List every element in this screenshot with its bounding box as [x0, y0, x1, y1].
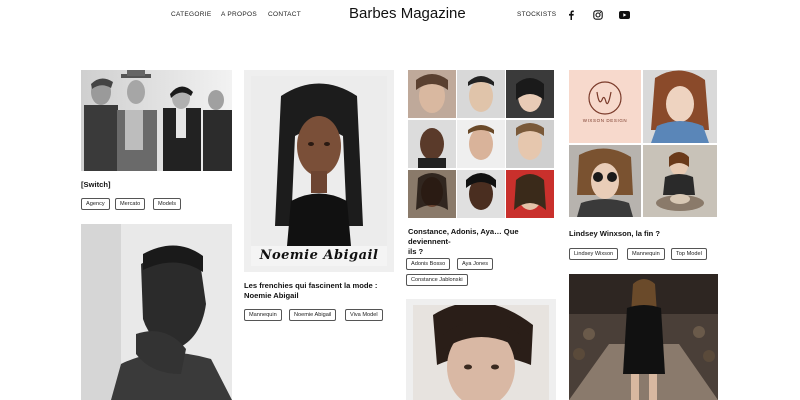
nav-a-propos[interactable]: A PROPOS — [221, 11, 257, 18]
logo-text: WIXSON DESIGN — [582, 118, 628, 123]
nav-categorie[interactable]: CATEGORIE — [171, 11, 212, 18]
site-logo[interactable]: Barbes Magazine — [349, 5, 466, 22]
nav-contact[interactable]: CONTACT — [268, 11, 301, 18]
article-title[interactable]: Constance, Adonis, Aya… Que deviennent- … — [408, 227, 558, 257]
article-title-line: Les frenchies qui fascinent la mode : — [244, 281, 378, 290]
youtube-icon[interactable] — [618, 9, 630, 21]
facebook-icon[interactable] — [565, 9, 577, 21]
tag-mannequin[interactable]: Mannequin — [627, 248, 665, 260]
article-title[interactable]: Lindsey Winxson, la fin ? — [569, 229, 660, 239]
article-image-noemie-abigail[interactable]: Noemie Abigail — [251, 76, 387, 266]
tag-adonis-bosso[interactable]: Adonis Bosso — [406, 258, 451, 270]
tag-models[interactable]: Models — [153, 198, 182, 210]
article-title-line: Noemie Abigail — [244, 291, 299, 300]
article-title[interactable]: Les frenchies qui fascinent la mode : No… — [244, 281, 394, 301]
tag-aya-jones[interactable]: Aya Jones — [457, 258, 494, 270]
tag-mannequin[interactable]: Mannequin — [244, 309, 282, 321]
article-title-line: Constance, Adonis, Aya… Que deviennent- — [408, 227, 519, 246]
article-title-line: ils ? — [408, 247, 424, 256]
tag-agency[interactable]: Agency — [81, 198, 110, 210]
nav-stockists[interactable]: STOCKISTS — [517, 11, 556, 18]
article-image-portrait-woman[interactable] — [413, 305, 549, 400]
tag-lindsey-wixson[interactable]: Lindsey Wixson — [569, 248, 619, 260]
tag-mercato[interactable]: Mercato — [115, 198, 146, 210]
article-image-portrait-bw[interactable] — [81, 224, 232, 400]
instagram-icon[interactable] — [592, 9, 604, 21]
article-title[interactable]: [Switch] — [81, 180, 111, 190]
article-image-switch[interactable] — [81, 70, 232, 171]
photo-caption: Noemie Abigail — [259, 248, 379, 263]
article-image-runway[interactable] — [569, 274, 718, 400]
article-image-pottery[interactable] — [643, 145, 717, 217]
article-image-faces-grid[interactable] — [408, 70, 554, 218]
article-image-sunglasses[interactable] — [569, 145, 641, 217]
article-image-wixson-logo[interactable]: WIXSON DESIGN — [569, 70, 641, 143]
tag-top-model[interactable]: Top Model — [671, 248, 707, 260]
tag-noemie-abigail[interactable]: Noemie Abigail — [289, 309, 337, 321]
article-image-lindsey-smile[interactable] — [643, 70, 717, 143]
top-navigation: CATEGORIE A PROPOS CONTACT Barbes Magazi… — [0, 0, 800, 32]
tag-constance-jablonski[interactable]: Constance Jablonski — [406, 274, 468, 286]
tag-viva-model[interactable]: Viva Model — [345, 309, 383, 321]
